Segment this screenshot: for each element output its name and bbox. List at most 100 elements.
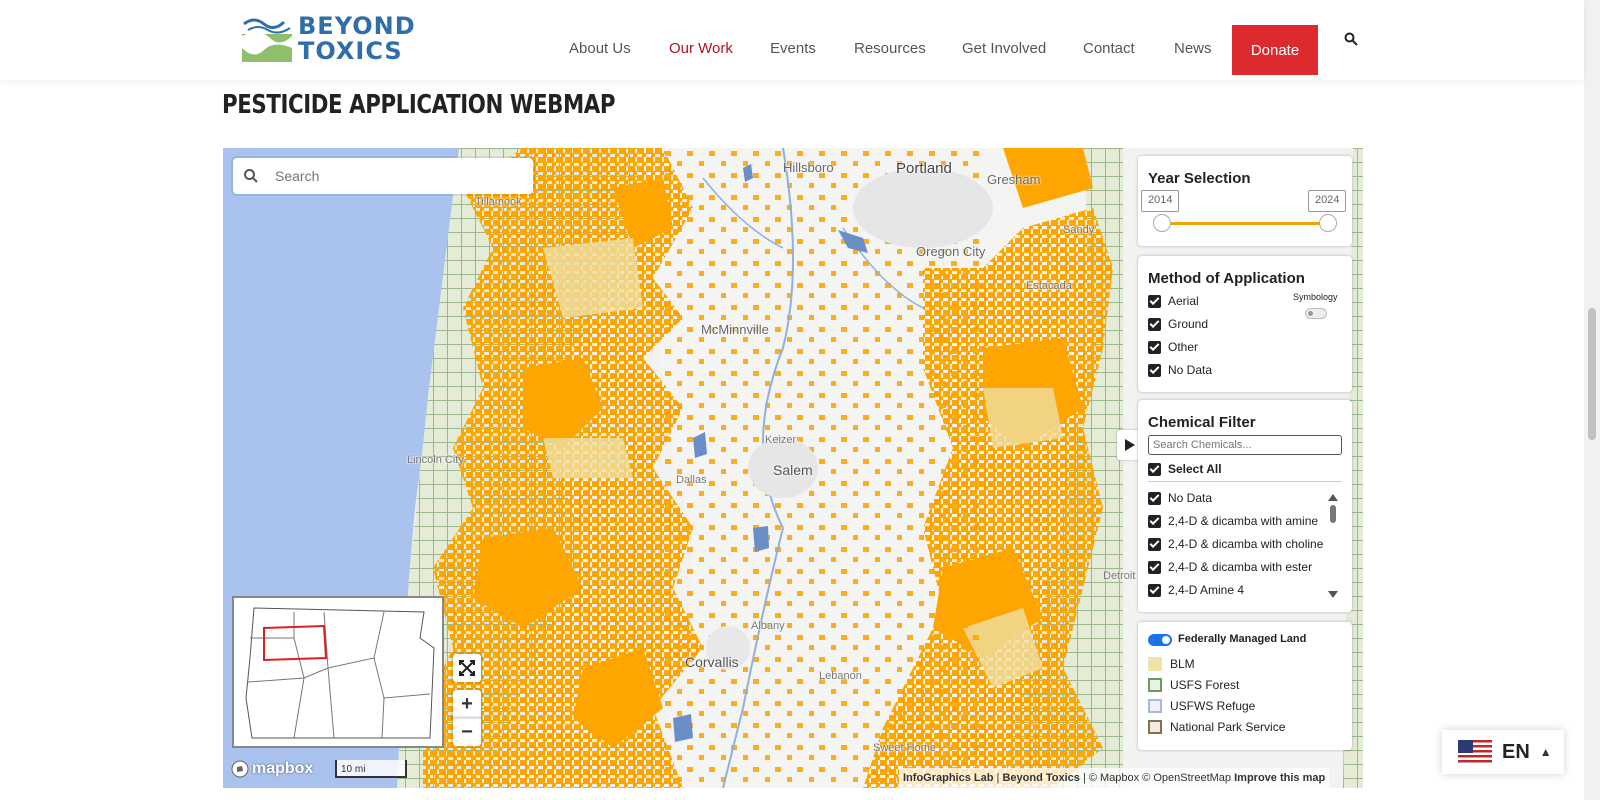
- label-corvallis: Corvallis: [685, 654, 739, 670]
- method-no-data-option[interactable]: No Data: [1148, 363, 1212, 377]
- nav-get-involved[interactable]: Get Involved: [962, 40, 1046, 57]
- nav-about-us[interactable]: About Us: [569, 40, 631, 57]
- checkbox-checked-icon[interactable]: [1148, 462, 1161, 476]
- chemical-item[interactable]: 2,4-D & dicamba with amine: [1148, 514, 1318, 528]
- search-icon[interactable]: [1344, 32, 1360, 48]
- usfs-swatch: [1148, 678, 1162, 692]
- label-mcminnville: McMinnville: [701, 322, 769, 337]
- label-keizer: Keizer: [765, 434, 797, 446]
- year-slider-start-handle[interactable]: [1153, 214, 1171, 232]
- zoom-out-button[interactable]: −: [453, 718, 481, 746]
- federal-land-toggle[interactable]: [1148, 634, 1172, 646]
- scroll-down-icon[interactable]: [1328, 591, 1338, 598]
- improve-map-link[interactable]: Improve this map: [1234, 772, 1325, 784]
- legend-usfws: USFWS Refuge: [1148, 699, 1255, 713]
- checkbox-checked-icon[interactable]: [1148, 294, 1161, 308]
- year-selection-panel: Year Selection 2014 2024: [1138, 156, 1352, 246]
- chemical-label: 2,4-D & dicamba with amine: [1168, 514, 1319, 528]
- year-slider-end-handle[interactable]: [1319, 214, 1337, 232]
- checkbox-checked-icon[interactable]: [1148, 514, 1161, 528]
- legend-usfs: USFS Forest: [1148, 678, 1239, 692]
- method-label: No Data: [1168, 363, 1213, 377]
- map-attribution: InfoGraphics Lab | Beyond Toxics | © Map…: [899, 768, 1330, 788]
- site-header: BEYOND TOXICS About Us Our Work Events R…: [0, 0, 1584, 80]
- select-all-option[interactable]: Select All: [1148, 462, 1222, 476]
- method-other-option[interactable]: Other: [1148, 340, 1198, 354]
- checkbox-checked-icon[interactable]: [1148, 560, 1161, 574]
- nav-events[interactable]: Events: [770, 40, 816, 57]
- logo-text: BEYOND TOXICS: [298, 14, 416, 64]
- method-aerial-option[interactable]: Aerial: [1148, 294, 1199, 308]
- symbology-toggle[interactable]: [1305, 308, 1327, 319]
- legend-label: BLM: [1170, 657, 1195, 671]
- checkbox-checked-icon[interactable]: [1148, 583, 1161, 597]
- usfws-swatch: [1148, 699, 1162, 713]
- method-ground-option[interactable]: Ground: [1148, 317, 1208, 331]
- label-lincoln-city: Lincoln City: [407, 454, 464, 466]
- language-selector[interactable]: EN ▲: [1442, 730, 1564, 774]
- method-label: Other: [1168, 340, 1199, 354]
- checkbox-checked-icon[interactable]: [1148, 317, 1161, 331]
- map-search-input[interactable]: [275, 168, 515, 184]
- chemical-list-scrollbar[interactable]: [1328, 494, 1338, 598]
- label-lebanon: Lebanon: [819, 670, 862, 682]
- chemical-label: 2,4-D Amine 4: [1168, 583, 1245, 597]
- label-sweet-home: Sweet Home: [873, 742, 936, 754]
- mapbox-logo[interactable]: mapbox: [231, 760, 313, 778]
- attribution-beyond-link[interactable]: Beyond Toxics: [1002, 772, 1079, 784]
- legend-label: USFWS Refuge: [1170, 699, 1256, 713]
- chemical-search-input[interactable]: [1148, 435, 1342, 455]
- label-albany: Albany: [751, 620, 785, 632]
- label-estacada: Estacada: [1026, 280, 1072, 292]
- label-detroit: Detroit: [1103, 570, 1136, 582]
- nav-our-work[interactable]: Our Work: [669, 40, 733, 57]
- page-scrollbar[interactable]: [1584, 0, 1600, 800]
- logo-mark-icon: [242, 18, 292, 62]
- language-code: EN: [1502, 740, 1530, 763]
- attribution-infographics-link[interactable]: InfoGraphics Lab: [903, 772, 993, 784]
- beyond-toxics-logo[interactable]: BEYOND TOXICS: [240, 14, 420, 66]
- zoom-in-button[interactable]: +: [453, 690, 481, 718]
- overview-inset-map[interactable]: [232, 596, 444, 748]
- year-end-label: 2024: [1308, 190, 1347, 212]
- label-tillamook: Tillamook: [475, 196, 522, 208]
- method-label: Ground: [1168, 317, 1209, 331]
- nav-news[interactable]: News: [1174, 40, 1212, 57]
- map-search-box[interactable]: [233, 158, 533, 194]
- legend-blm: BLM: [1148, 657, 1195, 671]
- chemical-item[interactable]: 2,4-D Amine 4: [1148, 583, 1244, 597]
- checkbox-checked-icon[interactable]: [1148, 537, 1161, 551]
- legend-nps: National Park Service: [1148, 720, 1285, 734]
- checkbox-checked-icon[interactable]: [1148, 340, 1161, 354]
- fullscreen-button[interactable]: [453, 654, 481, 682]
- divider: [1148, 481, 1342, 482]
- mapbox-icon: [231, 760, 249, 778]
- federal-land-panel: Federally Managed Land BLM USFS Forest U…: [1138, 622, 1352, 750]
- method-of-application-panel: Method of Application Aerial Ground Othe…: [1138, 256, 1352, 392]
- chemical-item[interactable]: 2,4-D & dicamba with choline: [1148, 537, 1323, 551]
- legend-label: USFS Forest: [1170, 678, 1240, 692]
- checkbox-checked-icon[interactable]: [1148, 491, 1161, 505]
- method-label: Aerial: [1168, 294, 1199, 308]
- chemical-item[interactable]: No Data: [1148, 491, 1212, 505]
- oregon-counties-outline: [245, 607, 435, 739]
- year-selection-title: Year Selection: [1148, 170, 1251, 187]
- scrollbar-thumb[interactable]: [1588, 308, 1596, 440]
- select-all-label: Select All: [1168, 462, 1222, 476]
- nav-contact[interactable]: Contact: [1083, 40, 1135, 57]
- attribution-copyright[interactable]: | © Mapbox © OpenStreetMap: [1083, 772, 1231, 784]
- pesticide-map[interactable]: Hillsboro Portland Gresham Tillamook San…: [223, 148, 1363, 788]
- donate-button[interactable]: Donate: [1232, 25, 1318, 75]
- fullscreen-icon: [459, 660, 475, 676]
- scroll-up-icon[interactable]: [1328, 494, 1338, 501]
- label-salem: Salem: [773, 462, 813, 478]
- chemical-item[interactable]: 2,4-D & dicamba with ester: [1148, 560, 1312, 574]
- checkbox-checked-icon[interactable]: [1148, 363, 1161, 377]
- chemical-filter-title: Chemical Filter: [1148, 414, 1256, 431]
- nav-resources[interactable]: Resources: [854, 40, 926, 57]
- scale-bar: 10 mi: [335, 760, 407, 778]
- year-slider-track[interactable]: [1160, 222, 1326, 225]
- chemical-label: 2,4-D & dicamba with choline: [1168, 537, 1324, 551]
- scroll-thumb[interactable]: [1330, 505, 1336, 523]
- logo-line-1: BEYOND: [298, 12, 416, 40]
